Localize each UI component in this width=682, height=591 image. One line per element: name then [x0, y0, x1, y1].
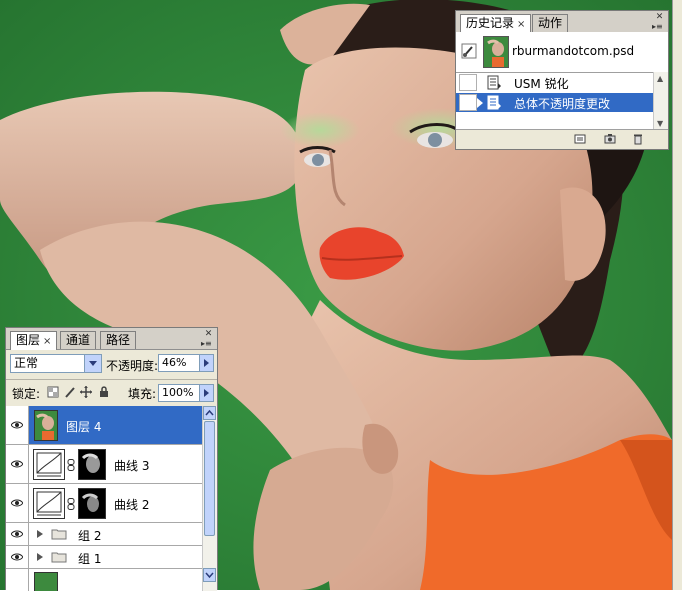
expand-triangle-icon[interactable] [37, 530, 43, 538]
opacity-label: 不透明度: [106, 359, 159, 373]
visibility-toggle[interactable] [6, 546, 29, 568]
panel-menu-icon[interactable]: ▸≡ [201, 340, 215, 348]
snapshot-thumbnail [483, 36, 509, 68]
visibility-toggle[interactable] [6, 445, 29, 483]
history-brush-icon[interactable] [461, 43, 477, 59]
snapshot-label: rburmandotcom.psd [512, 44, 635, 58]
layer-row-group-2[interactable]: 组 2 [6, 523, 203, 546]
tab-paths[interactable]: 路径 [100, 331, 137, 349]
curves-adjustment-icon [33, 488, 65, 519]
history-item-label: USM 锐化 [514, 77, 569, 91]
visibility-toggle[interactable] [6, 569, 29, 591]
layer-thumbnail [34, 410, 58, 441]
lock-fill-row: 锁定: 填充: 100% [6, 379, 217, 404]
tab-actions-label: 动作 [538, 16, 563, 30]
layer-row-group-1[interactable]: 组 1 [6, 546, 203, 569]
tab-history-label: 历史记录 [466, 16, 515, 30]
folder-icon [51, 529, 67, 540]
tab-channels[interactable]: 通道 [60, 331, 97, 349]
layer-list: 图层 4 曲线 3 曲线 2 组 2 组 1 [6, 406, 203, 591]
history-panel: 历史记录 × 动作 ✕ ▸≡ rburmandotcom.psd USM 锐化 … [455, 10, 669, 150]
fill-label: 填充: [128, 387, 157, 401]
tab-layers[interactable]: 图层 × [10, 331, 58, 350]
tab-channels-label: 通道 [66, 333, 91, 347]
eye-icon[interactable] [11, 421, 23, 429]
scroll-down-button[interactable] [203, 568, 216, 582]
scroll-up-icon[interactable]: ▲ [657, 74, 663, 83]
eye-icon[interactable] [11, 553, 23, 561]
layers-panel: 图层 × 通道 路径 ✕ ▸≡ 正常 不透明度: 46% 锁定: 填充: 100… [5, 327, 218, 591]
scroll-up-button[interactable] [203, 406, 216, 420]
lock-label: 锁定: [12, 387, 41, 401]
history-item-label: 总体不透明度更改 [514, 97, 611, 111]
link-chain-icon[interactable] [67, 459, 75, 471]
tab-paths-label: 路径 [106, 333, 131, 347]
tab-close-icon[interactable]: × [43, 336, 51, 347]
layers-tabbar: 图层 × 通道 路径 ✕ ▸≡ [6, 328, 217, 350]
history-state-marker-icon [477, 98, 483, 108]
blend-mode-value: 正常 [14, 356, 39, 370]
window-edge [672, 0, 682, 590]
blend-mode-select[interactable]: 正常 [10, 354, 102, 373]
history-step-icon [487, 75, 501, 90]
history-step-icon [487, 95, 501, 110]
scroll-thumb[interactable] [204, 421, 215, 536]
history-list: rburmandotcom.psd USM 锐化 总体不透明度更改 ▲ ▼ [456, 32, 668, 130]
visibility-toggle[interactable] [6, 484, 29, 522]
tab-history[interactable]: 历史记录 × [460, 14, 532, 33]
history-footer [456, 129, 668, 149]
layer-name: 曲线 2 [114, 498, 150, 512]
link-chain-icon[interactable] [67, 498, 75, 510]
fill-field[interactable]: 100% [158, 384, 214, 402]
history-source-box[interactable] [459, 74, 477, 91]
eye-icon[interactable] [11, 499, 23, 507]
layer-row-layer-4[interactable]: 图层 4 [6, 406, 203, 445]
fill-slider-arrow-icon[interactable] [199, 385, 213, 401]
curves-adjustment-icon [33, 449, 65, 480]
lock-all-icon[interactable] [98, 386, 110, 398]
layer-name: 图层 4 [66, 420, 102, 434]
history-scrollbar[interactable]: ▲ ▼ [653, 72, 668, 130]
layer-mask-thumbnail[interactable] [78, 449, 106, 480]
lock-move-icon[interactable] [80, 386, 92, 398]
visibility-toggle[interactable] [6, 523, 29, 545]
opacity-slider-arrow-icon[interactable] [199, 355, 213, 371]
blend-opacity-row: 正常 不透明度: 46% [6, 352, 217, 376]
tab-close-icon[interactable]: × [517, 19, 525, 30]
tab-layers-label: 图层 [16, 333, 41, 347]
chevron-down-icon[interactable] [84, 355, 101, 372]
history-snapshot[interactable]: rburmandotcom.psd [456, 32, 668, 73]
scroll-down-icon [205, 572, 214, 579]
lock-transparency-icon[interactable] [47, 386, 59, 398]
history-item-opacity-change[interactable]: 总体不透明度更改 [456, 93, 654, 112]
layer-row-curves-2[interactable]: 曲线 2 [6, 484, 203, 523]
layers-scrollbar[interactable] [202, 406, 217, 591]
camera-icon[interactable] [604, 133, 616, 145]
history-item-usm[interactable]: USM 锐化 [456, 73, 654, 92]
lock-brush-icon[interactable] [64, 386, 76, 398]
tab-actions[interactable]: 动作 [532, 14, 569, 32]
opacity-field[interactable]: 46% [158, 354, 214, 372]
layer-row-background[interactable] [6, 569, 203, 591]
new-document-icon[interactable] [574, 133, 586, 145]
opacity-value: 46% [162, 356, 187, 369]
fill-value: 100% [162, 386, 194, 399]
eye-icon[interactable] [11, 460, 23, 468]
layer-name: 组 2 [78, 529, 102, 543]
panel-menu-icon[interactable]: ▸≡ [652, 23, 666, 31]
layer-name: 组 1 [78, 552, 102, 566]
layer-name: 曲线 3 [114, 459, 150, 473]
layer-thumbnail [34, 572, 58, 591]
layer-mask-thumbnail[interactable] [78, 488, 106, 519]
scroll-up-icon [205, 409, 214, 416]
eye-icon[interactable] [11, 530, 23, 538]
folder-icon [51, 552, 67, 563]
history-tabbar: 历史记录 × 动作 ✕ ▸≡ [456, 11, 668, 33]
layer-row-curves-3[interactable]: 曲线 3 [6, 445, 203, 484]
trash-icon[interactable] [632, 133, 644, 145]
visibility-toggle[interactable] [6, 406, 29, 444]
history-source-box[interactable] [459, 94, 477, 111]
scroll-down-icon[interactable]: ▼ [657, 119, 663, 128]
expand-triangle-icon[interactable] [37, 553, 43, 561]
